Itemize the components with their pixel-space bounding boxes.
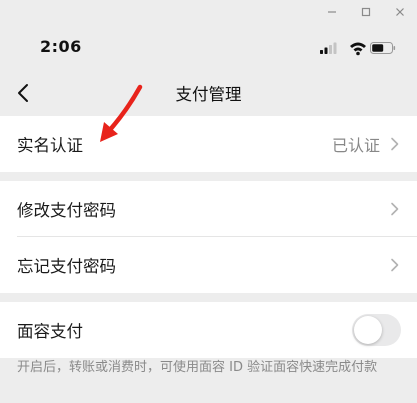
group-password: 修改支付密码 忘记支付密码 — [0, 181, 417, 293]
row-label: 忘记支付密码 — [17, 257, 116, 276]
close-icon[interactable] — [390, 3, 410, 21]
row-label: 修改支付密码 — [17, 201, 116, 220]
row-label: 面容支付 — [17, 322, 83, 341]
page-title: 支付管理 — [175, 85, 242, 104]
maximize-icon[interactable] — [356, 3, 376, 21]
face-pay-toggle[interactable] — [352, 314, 401, 346]
row-change-password[interactable]: 修改支付密码 — [0, 181, 417, 237]
signal-icon — [320, 42, 337, 54]
chevron-right-icon — [391, 258, 399, 272]
nav-bar: 支付管理 — [0, 68, 417, 118]
face-pay-footnote: 开启后，转账或消费时，可使用面容 ID 验证面容快速完成付款 — [17, 360, 378, 375]
row-face-pay: 面容支付 — [0, 302, 417, 358]
annotation-arrow-icon — [100, 84, 143, 142]
row-real-name-verification[interactable]: 实名认证 已认证 — [0, 116, 417, 172]
wifi-icon — [350, 42, 366, 56]
row-label: 实名认证 — [17, 136, 83, 155]
minimize-icon[interactable] — [322, 3, 342, 21]
group-face-pay: 面容支付 — [0, 302, 417, 358]
app-window: 2:06 支付管理 实名认证 已认证 修改支付密码 忘记支付密码 面容支付 开启… — [0, 0, 417, 403]
status-bar: 2:06 — [0, 26, 417, 68]
row-forgot-password[interactable]: 忘记支付密码 — [0, 237, 417, 293]
row-value: 已认证 — [331, 136, 380, 155]
group-identity: 实名认证 已认证 — [0, 116, 417, 172]
status-icons — [318, 40, 398, 56]
chevron-right-icon — [391, 202, 399, 216]
status-time: 2:06 — [40, 37, 82, 56]
chevron-right-icon — [391, 137, 399, 151]
battery-icon — [370, 42, 396, 54]
window-chrome — [0, 0, 417, 26]
toggle-knob — [354, 316, 382, 344]
